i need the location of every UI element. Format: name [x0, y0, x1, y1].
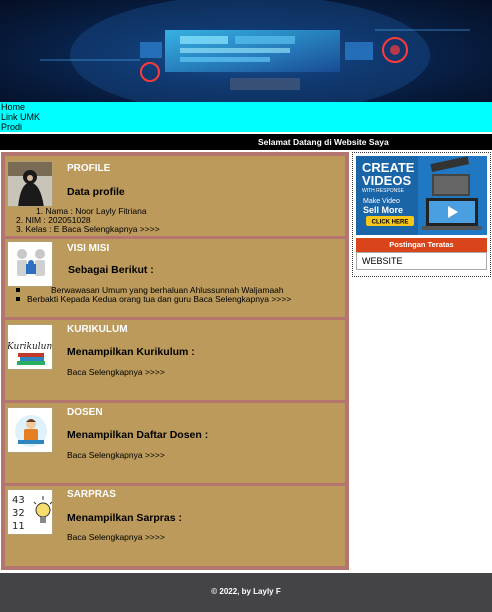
popular-posts-header: Postingan Teratas — [356, 238, 487, 252]
ad-line4: Make Video — [363, 198, 400, 205]
ad-button: CLICK HERE — [372, 220, 409, 226]
section-heading: DOSEN — [67, 407, 103, 418]
numbers-bulb-icon: 43 32 11 — [7, 489, 53, 535]
section-subheading: Menampilkan Sarpras : — [67, 512, 182, 524]
section-visi-misi: VISI MISI Sebagai Berikut : Berwawasan U… — [5, 239, 345, 317]
ad-banner-graphic: CREATE VIDEOS WITH RESPONSE Make Video S… — [356, 156, 487, 235]
kurikulum-icon: Kurikulum — [7, 324, 53, 370]
main-content: PROFILE Data profile 1. Nama : Noor Layl… — [1, 152, 349, 570]
visi-bullet-2[interactable]: Berbakti Kepada Kedua orang tua dan guru… — [16, 294, 291, 305]
section-heading: SARPRAS — [67, 489, 116, 500]
sidebar: CREATE VIDEOS WITH RESPONSE Make Video S… — [352, 152, 491, 277]
number-3: 11 — [12, 521, 25, 532]
section-heading: PROFILE — [67, 163, 111, 174]
section-dosen: DOSEN Menampilkan Daftar Dosen : Baca Se… — [5, 403, 345, 483]
popular-post-item[interactable]: WEBSITE — [356, 252, 487, 270]
profile-class-link[interactable]: 3. Kelas : E Baca Selengkapnya >>>> — [16, 224, 160, 235]
number-2: 32 — [12, 508, 25, 519]
footer: © 2022, by Layly F — [0, 573, 492, 612]
nav-link-prodi[interactable]: Prodi — [0, 122, 492, 132]
header-banner — [0, 0, 492, 102]
section-subheading: Menampilkan Daftar Dosen : — [67, 429, 209, 441]
read-more-link[interactable]: Baca Selengkapnya >>>> — [67, 450, 165, 461]
section-heading: VISI MISI — [67, 243, 110, 254]
number-1: 43 — [12, 495, 25, 506]
ad-banner[interactable]: CREATE VIDEOS WITH RESPONSE Make Video S… — [356, 156, 487, 235]
section-sarpras: 43 32 11 SARPRAS Menampilkan Sarpras : B… — [5, 486, 345, 566]
read-more-link[interactable]: Baca Selengkapnya >>>> — [67, 532, 165, 543]
banner-image — [40, 0, 470, 102]
ad-line5: Sell More — [363, 205, 403, 215]
section-kurikulum: Kurikulum KURIKULUM Menampilkan Kurikulu… — [5, 320, 345, 400]
welcome-marquee: Selamat Datang di Website Saya — [0, 134, 492, 150]
read-more-link[interactable]: Baca Selengkapnya >>>> — [67, 367, 165, 378]
section-profile: PROFILE Data profile 1. Nama : Noor Layl… — [5, 156, 345, 236]
section-subheading: Data profile — [67, 186, 125, 198]
section-subheading: Menampilkan Kurikulum : — [67, 346, 195, 358]
nav-link-home[interactable]: Home — [0, 102, 492, 112]
teacher-icon — [7, 407, 53, 453]
ad-line3: WITH RESPONSE — [362, 188, 405, 194]
section-subheading: Sebagai Berikut : — [68, 264, 154, 276]
section-heading: KURIKULUM — [67, 324, 128, 335]
main-navigation: Home Link UMK Prodi — [0, 102, 492, 132]
welcome-text: Selamat Datang di Website Saya — [258, 137, 389, 147]
profile-photo — [7, 161, 53, 207]
nav-link-umk[interactable]: Link UMK — [0, 112, 492, 122]
puzzle-people-icon — [7, 241, 53, 287]
kurikulum-icon-text: Kurikulum — [8, 342, 53, 352]
ad-line2: VIDEOS — [362, 173, 411, 188]
footer-copyright: © 2022, by Layly F — [211, 587, 281, 596]
